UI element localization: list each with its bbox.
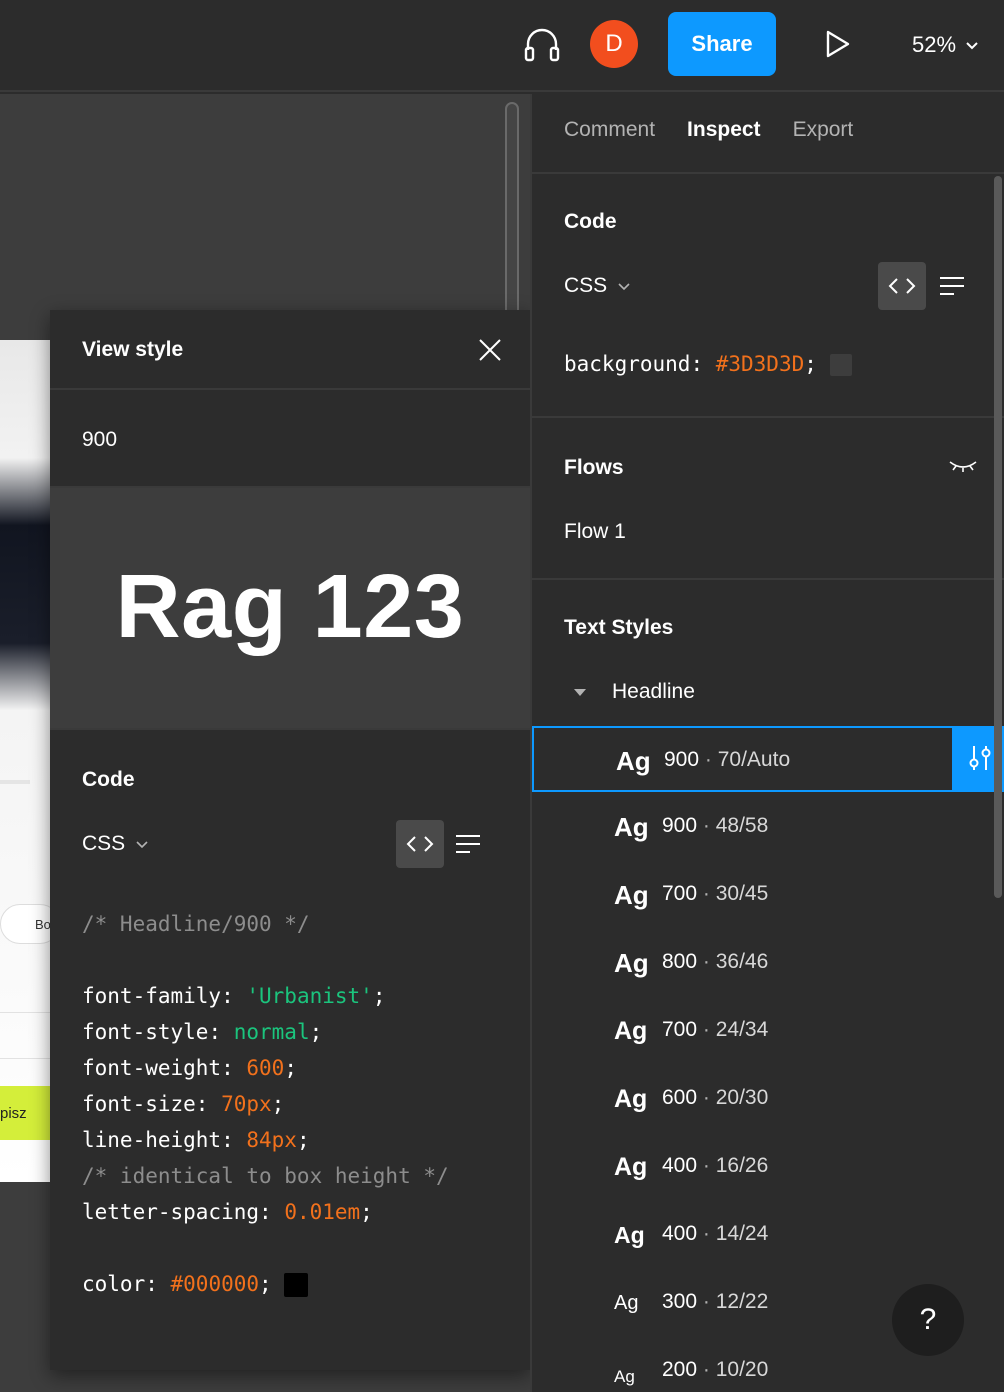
tab-comment[interactable]: Comment <box>564 118 655 142</box>
code-section-title: Code <box>564 210 617 233</box>
text-style-row[interactable]: Ag 900 · 48/58 <box>532 794 1004 860</box>
eye-closed-icon[interactable] <box>948 458 978 474</box>
group-name: Headline <box>612 680 695 703</box>
close-icon[interactable] <box>478 338 502 362</box>
flows-section-title: Flows <box>564 456 624 479</box>
headphones-icon[interactable] <box>522 24 562 64</box>
view-style-panel: View style 900 Rag 123 Code CSS /* Headl… <box>50 310 530 1370</box>
code-brackets-icon <box>406 836 434 852</box>
divider <box>532 172 1004 174</box>
text-style-row[interactable]: Ag 600 · 20/30 <box>532 1066 1004 1132</box>
tab-inspect[interactable]: Inspect <box>687 118 761 142</box>
type-sample-icon: Ag <box>614 1367 635 1386</box>
chevron-down-icon <box>966 42 978 50</box>
background-code[interactable]: background: #3D3D3D; <box>564 352 852 376</box>
code-view-button[interactable] <box>878 262 926 310</box>
divider <box>532 578 1004 580</box>
panel-tabs: Comment Inspect Export <box>564 118 853 142</box>
text-styles-title: Text Styles <box>564 616 674 639</box>
text-style-row[interactable]: Ag 700 · 30/45 <box>532 862 1004 928</box>
artboard-line <box>0 780 30 784</box>
play-icon[interactable] <box>822 28 852 60</box>
text-style-row[interactable]: Ag 700 · 24/34 <box>532 998 1004 1064</box>
inspect-panel: Comment Inspect Export Code CSS backgrou… <box>530 94 1004 1392</box>
text-lines-icon <box>940 277 964 295</box>
code-section-title: Code <box>82 768 135 791</box>
caret-down-icon <box>574 688 586 696</box>
view-style-header: View style <box>50 310 530 390</box>
text-style-row[interactable]: Ag 400 · 14/24 <box>532 1202 1004 1268</box>
color-swatch <box>284 1273 309 1297</box>
css-code-block[interactable]: /* Headline/900 */ font-family: 'Urbanis… <box>82 906 449 1302</box>
style-name-row: 900 <box>50 390 530 488</box>
type-sample-icon: Ag <box>614 1084 648 1113</box>
style-preview: Rag 123 <box>50 488 530 730</box>
text-style-row[interactable]: Ag 900 · 70/Auto <box>532 726 1004 792</box>
panel-scrollbar[interactable] <box>994 176 1002 898</box>
text-style-group[interactable]: Headline <box>574 680 695 704</box>
tab-export[interactable]: Export <box>793 118 854 142</box>
language-label: CSS <box>564 274 608 297</box>
code-view-button[interactable] <box>396 820 444 868</box>
view-style-title: View style <box>82 338 184 361</box>
style-name: 900 <box>82 428 118 451</box>
share-button[interactable]: Share <box>668 12 776 76</box>
list-view-button[interactable] <box>938 274 966 298</box>
type-sample-icon: Ag <box>614 1152 648 1181</box>
type-sample-icon: Ag <box>614 811 649 842</box>
divider <box>532 416 1004 418</box>
help-button[interactable]: ? <box>892 1284 964 1356</box>
type-sample-icon: Ag <box>616 745 651 776</box>
language-select[interactable]: CSS <box>564 274 631 298</box>
type-sample-icon: Ag <box>614 947 649 978</box>
type-sample-icon: Ag <box>614 1016 648 1045</box>
text-lines-icon <box>456 835 480 853</box>
text-style-row[interactable]: Ag 800 · 36/46 <box>532 930 1004 996</box>
preview-text: Rag 123 <box>115 557 465 657</box>
sliders-icon <box>969 746 991 770</box>
type-sample-icon: Ag <box>614 1291 639 1314</box>
chevron-down-icon <box>136 841 148 849</box>
type-sample-icon: Ag <box>614 1221 645 1248</box>
user-avatar[interactable]: D <box>590 20 638 68</box>
zoom-level: 52% <box>912 32 957 57</box>
language-label: CSS <box>82 832 126 855</box>
canvas-scrollbar[interactable] <box>505 102 519 320</box>
chevron-down-icon <box>618 283 630 291</box>
language-select[interactable]: CSS <box>82 832 149 856</box>
code-brackets-icon <box>888 278 916 294</box>
list-view-button[interactable] <box>454 832 482 856</box>
type-sample-icon: Ag <box>614 879 649 910</box>
top-toolbar: D Share 52% <box>0 0 1004 92</box>
zoom-dropdown[interactable]: 52% <box>912 30 980 60</box>
flow-item[interactable]: Flow 1 <box>564 520 626 544</box>
color-swatch <box>829 354 852 376</box>
text-style-row[interactable]: Ag 400 · 16/26 <box>532 1134 1004 1200</box>
